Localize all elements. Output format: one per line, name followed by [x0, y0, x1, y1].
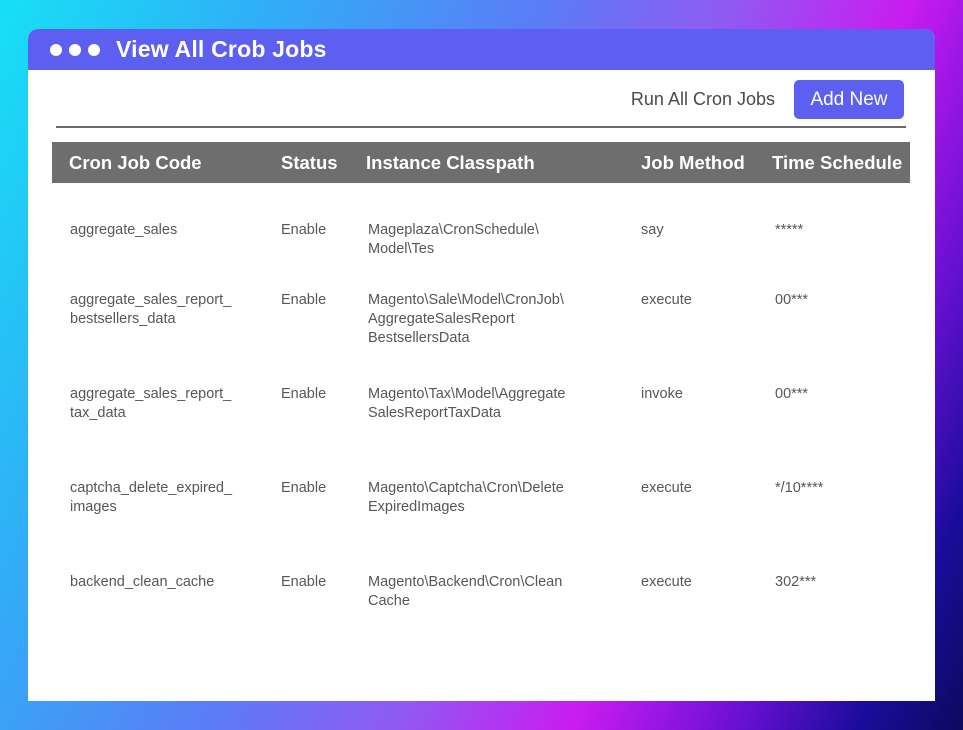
column-header-status[interactable]: Status — [281, 142, 338, 183]
status-cell: Enable — [281, 386, 327, 402]
column-header-cron-job-code[interactable]: Cron Job Code — [69, 142, 202, 183]
toolbar: Run All Cron Jobs Add New — [631, 80, 904, 119]
table-header: Cron Job Code Status Instance Classpath … — [52, 142, 910, 183]
column-header-instance-classpath[interactable]: Instance Classpath — [366, 142, 535, 183]
cron-job-code-cell: aggregate_sales_report_ tax_data — [70, 386, 232, 421]
add-new-button[interactable]: Add New — [794, 80, 904, 119]
column-header-time-schedule[interactable]: Time Schedule — [772, 142, 902, 183]
column-header-job-method[interactable]: Job Method — [641, 142, 745, 183]
window-dots-icon — [50, 43, 100, 56]
job-method-cell: say — [641, 222, 664, 238]
time-schedule-cell: 302*** — [775, 574, 817, 590]
divider — [56, 126, 906, 128]
job-method-cell: execute — [641, 292, 692, 308]
instance-classpath-cell: Magento\Sale\Model\CronJob\ AggregateSal… — [368, 292, 564, 346]
run-all-cron-jobs-button[interactable]: Run All Cron Jobs — [631, 89, 775, 110]
job-method-cell: execute — [641, 480, 692, 496]
status-cell: Enable — [281, 574, 327, 590]
cron-jobs-window: View All Crob Jobs Run All Cron Jobs Add… — [28, 29, 935, 701]
status-cell: Enable — [281, 292, 327, 308]
dot-icon — [88, 43, 100, 56]
time-schedule-cell: 00*** — [775, 386, 809, 402]
dot-icon — [69, 43, 81, 56]
time-schedule-cell: 00*** — [775, 292, 809, 308]
instance-classpath-cell: Magento\Tax\Model\Aggregate SalesReportT… — [368, 386, 566, 421]
status-cell: Enable — [281, 222, 327, 238]
job-method-cell: invoke — [641, 386, 683, 402]
page-title: View All Crob Jobs — [116, 36, 327, 62]
instance-classpath-cell: Magento\Backend\Cron\Clean Cache — [368, 574, 563, 609]
title-bar: View All Crob Jobs — [28, 29, 935, 70]
status-cell: Enable — [281, 480, 327, 496]
job-method-cell: execute — [641, 574, 692, 590]
time-schedule-cell: */10**** — [775, 480, 824, 496]
cron-job-code-cell: captcha_delete_expired_ images — [70, 480, 233, 515]
instance-classpath-cell: Magento\Captcha\Cron\Delete ExpiredImage… — [368, 480, 564, 515]
cron-job-code-cell: backend_clean_cache — [70, 574, 215, 590]
instance-classpath-cell: Mageplaza\CronSchedule\ Model\Tes — [368, 222, 539, 257]
dot-icon — [50, 43, 62, 56]
cron-job-code-cell: aggregate_sales_report_ bestsellers_data — [70, 292, 232, 327]
cron-job-code-cell: aggregate_sales — [70, 222, 178, 238]
time-schedule-cell: ***** — [775, 222, 804, 238]
